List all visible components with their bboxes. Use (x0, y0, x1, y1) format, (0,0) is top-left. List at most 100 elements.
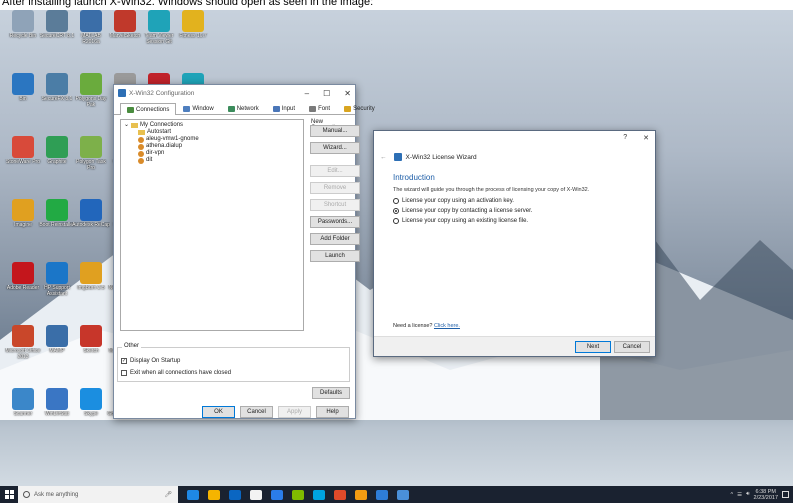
tree-item-connection[interactable]: dit (124, 157, 300, 164)
desktop-icon[interactable]: Polygons Day Pak (72, 73, 110, 108)
desktop-icon[interactable]: Adobe Reader (4, 262, 42, 297)
desktop-icon[interactable]: Scanner (4, 388, 42, 423)
taskbar-app-icon[interactable] (376, 489, 388, 500)
desktop-icon-label: Graphite (47, 159, 67, 165)
desktop-icon[interactable]: Autodesk ReCap (72, 199, 110, 234)
desktop-icon-label: SecureFX 8.1 (41, 96, 73, 102)
exit-when-closed-checkbox[interactable]: Exit when all connections have closed (121, 370, 231, 376)
checkbox-label: Exit when all connections have closed (130, 370, 232, 376)
taskbar-app-icon[interactable] (271, 489, 283, 500)
tab-network[interactable]: Network (221, 103, 266, 114)
taskbar-app-icon[interactable] (292, 489, 304, 500)
desktop-icon[interactable]: MarvelSketch (106, 10, 144, 45)
edit-button[interactable]: Edit... (310, 165, 360, 177)
add-folder-button[interactable]: Add Folder (310, 233, 360, 245)
taskbar-app-icon[interactable] (229, 489, 241, 500)
radio-license-file[interactable]: License your copy using an existing lice… (393, 218, 532, 224)
connection-icon (138, 136, 144, 143)
desktop-icon[interactable]: Sketch (72, 325, 110, 360)
tree-item-label: dit (146, 157, 153, 163)
minimize-icon[interactable]: – (305, 89, 309, 98)
desktop-icon[interactable]: HP Support Assistant (38, 262, 76, 297)
desktop-icon[interactable]: WinDirStat (38, 388, 76, 423)
cancel-button[interactable]: Cancel (240, 406, 273, 418)
defaults-button[interactable]: Defaults (312, 387, 350, 399)
app-icon (80, 262, 102, 284)
volume-icon[interactable]: 🔊︎ (746, 491, 749, 498)
launch-button[interactable]: Launch (310, 250, 360, 262)
desktop-icon[interactable]: Polygon Task Pro (72, 136, 110, 171)
desktop-icon[interactable]: Team Viewer Session Git (140, 10, 178, 45)
desktop-icon[interactable]: Fitness 16.7 (174, 10, 212, 45)
desktop-icon[interactable]: StoneWare Pro (4, 136, 42, 171)
cortana-circle-icon (23, 491, 30, 498)
cortana-search-box[interactable]: Ask me anything 🎤︎ (18, 486, 178, 503)
desktop-icon[interactable]: Skype (72, 388, 110, 423)
microphone-icon[interactable]: 🎤︎ (164, 491, 172, 498)
manual-button[interactable]: Manual... (310, 125, 360, 137)
tree-item-connection[interactable]: aleug-vmw1-gnome (124, 136, 300, 143)
apply-button[interactable]: Apply (278, 406, 311, 418)
desktop-icon[interactable]: MATLAB R2016a (72, 10, 110, 45)
desktop-icon-label: MarvelSketch (109, 33, 141, 39)
desktop-icon[interactable]: Bin (4, 73, 42, 108)
clock[interactable]: 6:38 PM 2/23/2017 (754, 489, 778, 501)
close-icon[interactable]: ✕ (643, 134, 649, 142)
click-here-link[interactable]: Click here. (434, 323, 460, 329)
taskbar-app-icon[interactable] (334, 489, 346, 500)
tree-item-label: dir-vpn (146, 150, 165, 156)
connections-tree[interactable]: ⌄ My Connections Autostart aleug-vmw1-gn… (120, 119, 304, 331)
back-arrow-icon[interactable]: ← (380, 154, 387, 161)
app-icon (46, 136, 68, 158)
shortcut-button[interactable]: Shortcut (310, 199, 360, 211)
radio-license-server[interactable]: License your copy by contacting a licens… (393, 208, 532, 214)
taskbar-app-icon[interactable] (250, 489, 262, 500)
taskbar-app-icon[interactable] (355, 489, 367, 500)
tree-root[interactable]: ⌄ My Connections (124, 122, 300, 129)
tab-font[interactable]: Font (302, 103, 337, 114)
passwords-button[interactable]: Passwords... (310, 216, 360, 228)
desktop-icon[interactable]: Graphite (38, 136, 76, 171)
tab-window[interactable]: Window (176, 103, 220, 114)
app-icon (12, 199, 34, 221)
tree-item-connection[interactable]: dir-vpn (124, 150, 300, 157)
tab-security[interactable]: Security (337, 103, 382, 114)
network-icon[interactable]: ☰ (737, 492, 742, 498)
taskbar-app-icon[interactable] (187, 489, 199, 500)
help-icon[interactable]: ? (623, 134, 627, 142)
maximize-icon[interactable]: ☐ (323, 89, 330, 98)
radio-activation-key[interactable]: License your copy using an activation ke… (393, 198, 532, 204)
taskbar-app-icon[interactable] (208, 489, 220, 500)
tab-connections[interactable]: Connections (120, 103, 177, 115)
desktop-icon[interactable]: Recycle Bin (4, 10, 42, 45)
desktop-icon[interactable]: Imagine (4, 199, 42, 234)
tab-input[interactable]: Input (266, 103, 302, 114)
window-tab-icon (183, 106, 191, 112)
desktop-icon[interactable]: Microsoft Office 2013 (4, 325, 42, 360)
start-button[interactable] (0, 486, 18, 503)
close-icon[interactable]: ✕ (344, 89, 351, 98)
taskbar-app-icon[interactable] (313, 489, 325, 500)
taskbar-app-icon[interactable] (397, 489, 409, 500)
ok-button[interactable]: OK (202, 406, 235, 418)
notification-chevron-icon[interactable]: ^ (731, 492, 734, 498)
input-tab-icon (272, 106, 280, 112)
desktop-icon[interactable]: SecureCRT 8.1 (38, 10, 76, 45)
desktop-icon-label: Recycle Bin (9, 33, 37, 39)
wizard-button[interactable]: Wizard... (310, 142, 360, 154)
help-button[interactable]: Help (316, 406, 349, 418)
desktop-icon[interactable]: ImgBurn 2.5 (72, 262, 110, 297)
next-button[interactable]: Next (575, 341, 611, 353)
tree-item-label: athena.dialup (146, 143, 183, 149)
desktop-icon[interactable]: Boot Reinstaller (38, 199, 76, 234)
cancel-button[interactable]: Cancel (614, 341, 650, 353)
action-center-icon[interactable] (782, 491, 789, 498)
display-on-startup-checkbox[interactable]: ✓ Display On Startup (121, 358, 180, 364)
tree-item-autostart[interactable]: Autostart (124, 129, 300, 136)
collapse-icon[interactable]: ⌄ (124, 122, 129, 129)
remove-button[interactable]: Remove (310, 182, 360, 194)
tree-item-connection[interactable]: athena.dialup (124, 143, 300, 150)
app-icon (80, 199, 102, 221)
desktop-icon[interactable]: SecureFX 8.1 (38, 73, 76, 108)
desktop-icon[interactable]: MAMP (38, 325, 76, 360)
